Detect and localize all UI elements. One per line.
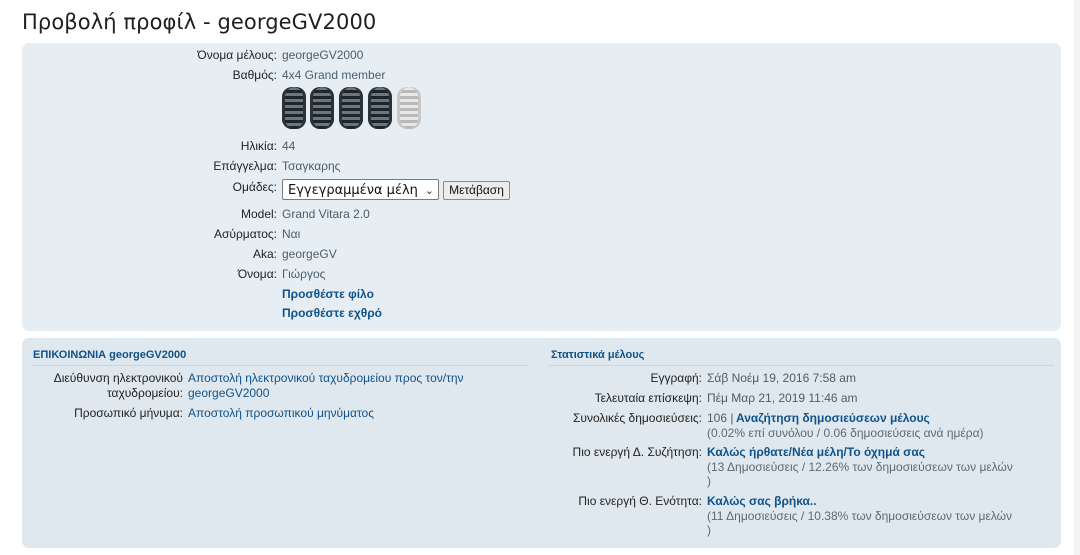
tyre-icon xyxy=(339,87,363,129)
contact-heading: ΕΠΙΚΟΙΝΩΝΙΑ georgeGV2000 xyxy=(33,349,187,361)
tyre-icon xyxy=(368,87,392,129)
active-section-subtext-line-1: (11 Δημοσιεύσεις / 10.38% των δημοσιεύσε… xyxy=(707,509,1013,523)
stats-row-posts: Συνολικές δημοσιεύσεις: 106 | Αναζήτηση … xyxy=(542,411,1061,441)
posts-search-link[interactable]: Αναζήτηση δημοσιεύσεων μέλους xyxy=(736,411,930,425)
age-label: Ηλικία: xyxy=(240,139,277,153)
pm-link[interactable]: Αποστολή προσωπικού μηνύματος xyxy=(188,406,374,420)
email-label-line-2: ταχυδρομείου: xyxy=(106,386,183,400)
occupation-label: Επάγγελμα: xyxy=(213,159,277,173)
radio-value: Ναι xyxy=(282,227,301,241)
tyre-icon xyxy=(282,87,306,129)
stats-row-joined: Εγγραφή: Σάβ Νοέμ 19, 2016 7:58 am xyxy=(542,371,1061,386)
stats-heading: Στατιστικά μέλους xyxy=(551,349,645,361)
contact-row-email: Διεύθυνση ηλεκτρονικού ταχυδρομείου: Απο… xyxy=(22,371,542,401)
name-label: Όνομα: xyxy=(237,267,277,281)
name-value: Γιώργος xyxy=(282,267,326,281)
model-label: Model: xyxy=(240,207,277,221)
tyre-empty-icon xyxy=(397,87,421,129)
rank-value: 4x4 Grand member xyxy=(282,68,386,82)
contact-row-pm: Προσωπικό μήνυμα: Αποστολή προσωπικού μη… xyxy=(22,406,542,421)
active-section-label: Πιο ενεργή Θ. Ενότητα: xyxy=(578,494,702,508)
email-label-line-1: Διεύθυνση ηλεκτρονικού xyxy=(53,371,183,385)
tyres-rank-icon xyxy=(282,87,432,131)
joined-value: Σάβ Νοέμ 19, 2016 7:58 am xyxy=(707,371,856,385)
groups-label: Ομάδες: xyxy=(232,180,277,194)
joined-label: Εγγραφή: xyxy=(650,371,702,385)
details-panel: ΕΠΙΚΟΙΝΩΝΙΑ georgeGV2000 Διεύθυνση ηλεκτ… xyxy=(22,338,1061,548)
stats-row-active-topic: Πιο ενεργή Δ. Συζήτηση: Καλώς ήρθατε/Νέα… xyxy=(542,445,1061,490)
posts-subtext: (0.02% επί συνόλου / 0.06 δημοσιεύσεις α… xyxy=(707,426,984,440)
active-topic-subtext-line-2: ) xyxy=(707,474,711,488)
add-foe-link[interactable]: Προσθέστε εχθρό xyxy=(282,306,382,321)
page-scrollbar[interactable] xyxy=(1074,0,1080,555)
active-topic-link[interactable]: Καλώς ήρθατε/Νέα μέλη/Το όχημά σας xyxy=(707,445,925,459)
active-section-subtext-line-2: ) xyxy=(707,523,711,537)
groups-select-value: Εγγεγραμμένα μέλη xyxy=(288,183,418,198)
model-value: Grand Vitara 2.0 xyxy=(282,207,370,221)
username-label: Όνομα μέλους: xyxy=(197,48,277,62)
active-topic-label: Πιο ενεργή Δ. Συζήτηση: xyxy=(572,445,702,459)
go-button[interactable]: Μετάβαση xyxy=(443,181,510,200)
pm-label: Προσωπικό μήνυμα: xyxy=(74,406,183,420)
username-value: georgeGV2000 xyxy=(282,48,364,62)
profile-panel: Όνομα μέλους: georgeGV2000 Βαθμός: 4x4 G… xyxy=(22,43,1061,331)
email-link-line-1[interactable]: Αποστολή ηλεκτρονικού ταχυδρομείου προς … xyxy=(188,371,464,385)
last-visit-label: Τελευταία επίσκεψη: xyxy=(594,391,702,405)
radio-label: Ασύρματος: xyxy=(213,227,277,241)
aka-label: Aka: xyxy=(252,247,277,261)
chevron-down-icon: ⌄ xyxy=(424,184,434,197)
tyre-icon xyxy=(310,87,334,129)
active-topic-subtext-line-1: (13 Δημοσιεύσεις / 12.26% των δημοσιεύσε… xyxy=(707,460,1013,474)
groups-select[interactable]: Εγγεγραμμένα μέλη ⌄ xyxy=(282,179,439,200)
age-value: 44 xyxy=(282,139,296,153)
add-friend-link[interactable]: Προσθέστε φίλο xyxy=(282,287,374,302)
posts-label: Συνολικές δημοσιεύσεις: xyxy=(572,411,702,425)
rank-label: Βαθμός: xyxy=(232,68,277,82)
page-title: Προβολή προφίλ - georgeGV2000 xyxy=(22,10,377,34)
active-section-link[interactable]: Καλώς σας βρήκα.. xyxy=(707,494,817,508)
occupation-value: Τσαγκαρης xyxy=(282,159,341,173)
last-visit-value: Πέμ Μαρ 21, 2019 11:46 am xyxy=(707,391,858,405)
email-link-line-2[interactable]: georgeGV2000 xyxy=(188,386,269,400)
stats-row-last-visit: Τελευταία επίσκεψη: Πέμ Μαρ 21, 2019 11:… xyxy=(542,391,1061,406)
stats-divider xyxy=(549,365,1054,366)
contact-divider xyxy=(31,365,528,366)
aka-value: georgeGV xyxy=(282,247,337,261)
stats-row-active-section: Πιο ενεργή Θ. Ενότητα: Καλώς σας βρήκα..… xyxy=(542,494,1061,539)
posts-count: 106 | xyxy=(707,411,734,425)
